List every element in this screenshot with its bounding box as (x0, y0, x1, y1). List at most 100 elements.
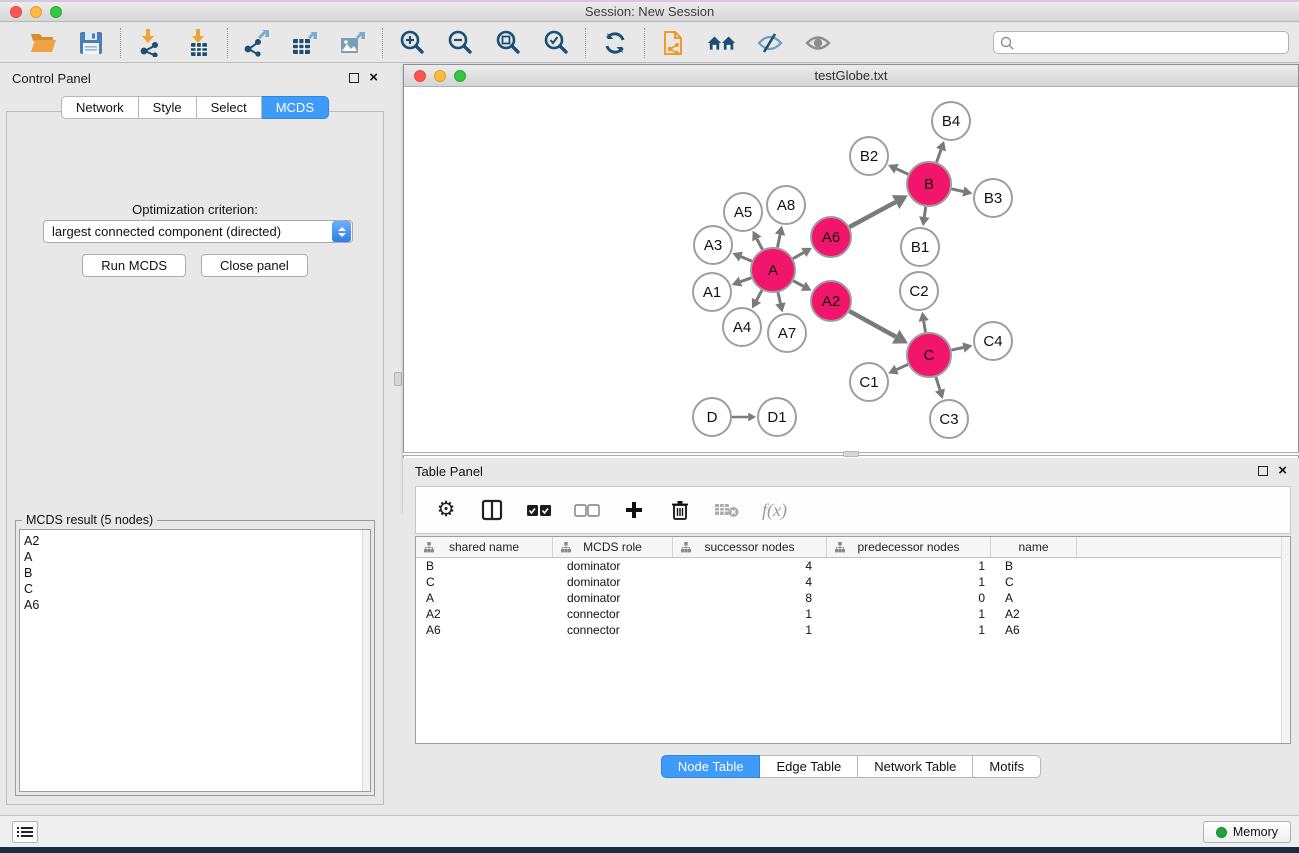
table-row[interactable]: A2connector11A2 (416, 606, 1290, 622)
cell-successor-nodes[interactable]: 4 (673, 559, 827, 573)
close-panel-icon[interactable]: × (369, 73, 378, 83)
refresh-icon[interactable] (600, 28, 630, 58)
graph-node-D1[interactable]: D1 (758, 398, 796, 436)
graph-node-C2[interactable]: C2 (900, 272, 938, 310)
cell-predecessor-nodes[interactable]: 0 (827, 591, 991, 605)
result-item[interactable]: A (24, 549, 370, 565)
delete-column-icon[interactable] (668, 496, 692, 524)
tab-network[interactable]: Network (61, 96, 139, 119)
cell-predecessor-nodes[interactable]: 1 (827, 607, 991, 621)
table-settings-gear-icon[interactable]: ⚙ (434, 496, 458, 524)
column-header-name[interactable]: name (991, 537, 1077, 557)
graph-node-A1[interactable]: A1 (693, 273, 731, 311)
graph-node-A3[interactable]: A3 (694, 226, 732, 264)
import-network-icon[interactable] (135, 28, 165, 58)
cell-shared-name[interactable]: A2 (416, 607, 553, 621)
cell-MCDS-role[interactable]: connector (553, 623, 673, 637)
tab-mcds[interactable]: MCDS (262, 96, 329, 119)
export-network-icon[interactable] (242, 28, 272, 58)
column-header-MCDS-role[interactable]: MCDS role (553, 537, 673, 557)
cell-MCDS-role[interactable]: dominator (553, 591, 673, 605)
network-canvas[interactable]: B4B2BB3A5A8A6A3B1AA1C2A2A4A7CC4C1C3DD1 (405, 88, 1297, 510)
search-field[interactable] (993, 31, 1289, 54)
hide-details-icon[interactable] (755, 28, 785, 58)
cell-MCDS-role[interactable]: connector (553, 607, 673, 621)
run-mcds-button[interactable]: Run MCDS (82, 254, 186, 277)
search-input[interactable] (1015, 36, 1288, 50)
column-header-shared-name[interactable]: shared name (416, 537, 553, 557)
graph-node-C[interactable]: C (907, 333, 951, 377)
home-networks-icon[interactable] (707, 28, 737, 58)
show-columns-icon[interactable] (480, 496, 504, 524)
cell-MCDS-role[interactable]: dominator (553, 575, 673, 589)
column-header-predecessor-nodes[interactable]: predecessor nodes (827, 537, 991, 557)
criterion-dropdown[interactable]: largest connected component (directed) (43, 220, 353, 243)
graph-node-A4[interactable]: A4 (723, 308, 761, 346)
open-session-icon[interactable] (28, 28, 58, 58)
vertical-split-handle[interactable] (394, 372, 402, 386)
graph-node-A[interactable]: A (751, 248, 795, 292)
show-details-icon[interactable] (803, 28, 833, 58)
cell-predecessor-nodes[interactable]: 1 (827, 575, 991, 589)
graph-node-C4[interactable]: C4 (974, 322, 1012, 360)
graph-node-C1[interactable]: C1 (850, 363, 888, 401)
table-row[interactable]: Bdominator41B (416, 558, 1290, 574)
deselect-all-columns-icon[interactable] (574, 496, 600, 524)
close-panel-button[interactable]: Close panel (201, 254, 308, 277)
cell-shared-name[interactable]: B (416, 559, 553, 573)
graph-node-B2[interactable]: B2 (850, 137, 888, 175)
save-session-icon[interactable] (76, 28, 106, 58)
float-table-panel-icon[interactable] (1258, 466, 1268, 476)
result-item[interactable]: C (24, 581, 370, 597)
tab-motifs[interactable]: Motifs (973, 755, 1041, 778)
graph-node-A2[interactable]: A2 (811, 281, 851, 321)
graph-node-C3[interactable]: C3 (930, 400, 968, 438)
cell-successor-nodes[interactable]: 8 (673, 591, 827, 605)
import-table-icon[interactable] (183, 28, 213, 58)
cell-successor-nodes[interactable]: 1 (673, 623, 827, 637)
add-column-icon[interactable] (622, 496, 646, 524)
cell-shared-name[interactable]: A (416, 591, 553, 605)
cell-predecessor-nodes[interactable]: 1 (827, 559, 991, 573)
table-scrollbar[interactable] (1281, 537, 1290, 743)
zoom-out-icon[interactable] (445, 28, 475, 58)
cell-successor-nodes[interactable]: 1 (673, 607, 827, 621)
cell-shared-name[interactable]: A6 (416, 623, 553, 637)
graph-node-D[interactable]: D (693, 398, 731, 436)
result-scrollbar[interactable] (362, 530, 370, 791)
result-item[interactable]: A6 (24, 597, 370, 613)
tab-node-table[interactable]: Node Table (661, 755, 761, 778)
tab-edge-table[interactable]: Edge Table (760, 755, 858, 778)
cell-successor-nodes[interactable]: 4 (673, 575, 827, 589)
result-item[interactable]: A2 (24, 533, 370, 549)
tab-select[interactable]: Select (197, 96, 262, 119)
column-header-successor-nodes[interactable]: successor nodes (673, 537, 827, 557)
zoom-in-icon[interactable] (397, 28, 427, 58)
tab-network-table[interactable]: Network Table (858, 755, 973, 778)
table-row[interactable]: A6connector11A6 (416, 622, 1290, 638)
graph-node-B4[interactable]: B4 (932, 102, 970, 140)
table-row[interactable]: Adominator80A (416, 590, 1290, 606)
zoom-selected-icon[interactable] (541, 28, 571, 58)
cell-name[interactable]: C (991, 575, 1077, 589)
horizontal-split-divider[interactable] (403, 450, 1299, 458)
memory-button[interactable]: Memory (1203, 821, 1291, 843)
new-network-file-icon[interactable] (659, 28, 689, 58)
cell-name[interactable]: A2 (991, 607, 1077, 621)
tab-style[interactable]: Style (139, 96, 197, 119)
graph-node-A8[interactable]: A8 (767, 186, 805, 224)
result-item[interactable]: B (24, 565, 370, 581)
horizontal-split-handle[interactable] (843, 451, 859, 457)
export-image-icon[interactable] (338, 28, 368, 58)
cell-MCDS-role[interactable]: dominator (553, 559, 673, 573)
cell-name[interactable]: B (991, 559, 1077, 573)
graph-node-B[interactable]: B (907, 162, 951, 206)
mcds-result-list[interactable]: A2ABCA6 (19, 529, 371, 792)
task-history-button[interactable] (12, 821, 38, 843)
cell-predecessor-nodes[interactable]: 1 (827, 623, 991, 637)
graph-node-A5[interactable]: A5 (724, 193, 762, 231)
close-table-panel-icon[interactable]: × (1278, 466, 1287, 476)
table-row[interactable]: Cdominator41C (416, 574, 1290, 590)
select-all-columns-icon[interactable] (526, 496, 552, 524)
graph-node-B3[interactable]: B3 (974, 179, 1012, 217)
